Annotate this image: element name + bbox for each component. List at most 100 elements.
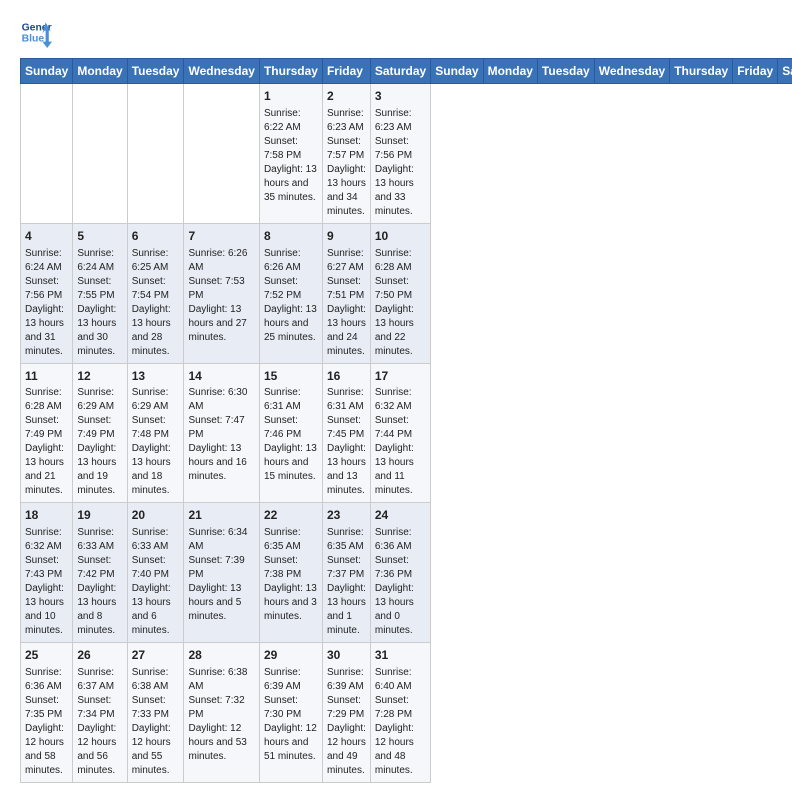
calendar-cell: 26Sunrise: 6:37 AMSunset: 7:34 PMDayligh… [73, 643, 127, 783]
cell-content-line: Daylight: 13 hours and 31 minutes. [25, 303, 68, 359]
cell-content-line: Sunset: 7:48 PM [132, 414, 180, 442]
day-number: 31 [375, 647, 426, 664]
calendar-week-row: 18Sunrise: 6:32 AMSunset: 7:43 PMDayligh… [21, 503, 792, 643]
cell-content-line: Daylight: 13 hours and 6 minutes. [132, 582, 180, 638]
cell-content-line: Sunrise: 6:33 AM [132, 526, 180, 554]
calendar-cell: 31Sunrise: 6:40 AMSunset: 7:28 PMDayligh… [370, 643, 430, 783]
cell-content-line: Sunrise: 6:23 AM [375, 107, 426, 135]
cell-content-line: Daylight: 12 hours and 48 minutes. [375, 722, 426, 778]
day-number: 8 [264, 228, 318, 245]
day-header-friday: Friday [733, 59, 778, 84]
cell-content-line: Sunset: 7:28 PM [375, 694, 426, 722]
cell-content-line: Sunset: 7:39 PM [188, 554, 254, 582]
cell-content-line: Daylight: 13 hours and 1 minute. [327, 582, 366, 638]
cell-content-line: Daylight: 12 hours and 49 minutes. [327, 722, 366, 778]
calendar-cell: 23Sunrise: 6:35 AMSunset: 7:37 PMDayligh… [322, 503, 370, 643]
day-header-thursday: Thursday [259, 59, 322, 84]
day-number: 7 [188, 228, 254, 245]
calendar-cell: 5Sunrise: 6:24 AMSunset: 7:55 PMDaylight… [73, 223, 127, 363]
calendar-cell: 3Sunrise: 6:23 AMSunset: 7:56 PMDaylight… [370, 84, 430, 224]
cell-content-line: Daylight: 13 hours and 24 minutes. [327, 303, 366, 359]
calendar-table: SundayMondayTuesdayWednesdayThursdayFrid… [20, 58, 792, 783]
cell-content-line: Sunset: 7:56 PM [375, 135, 426, 163]
calendar-cell: 2Sunrise: 6:23 AMSunset: 7:57 PMDaylight… [322, 84, 370, 224]
cell-content-line: Sunset: 7:29 PM [327, 694, 366, 722]
cell-content-line: Sunrise: 6:33 AM [77, 526, 122, 554]
cell-content-line: Sunset: 7:32 PM [188, 694, 254, 722]
cell-content-line: Daylight: 13 hours and 0 minutes. [375, 582, 426, 638]
cell-content-line: Daylight: 12 hours and 55 minutes. [132, 722, 180, 778]
day-number: 1 [264, 88, 318, 105]
svg-text:Blue: Blue [22, 34, 45, 45]
cell-content-line: Daylight: 13 hours and 16 minutes. [188, 442, 254, 484]
logo: General Blue [20, 16, 52, 48]
calendar-cell [73, 84, 127, 224]
calendar-cell: 27Sunrise: 6:38 AMSunset: 7:33 PMDayligh… [127, 643, 184, 783]
cell-content-line: Sunrise: 6:35 AM [264, 526, 318, 554]
day-header-tuesday: Tuesday [537, 59, 594, 84]
cell-content-line: Daylight: 13 hours and 11 minutes. [375, 442, 426, 498]
calendar-cell: 30 Sunrise: 6:39 AMSunset: 7:29 PMDayligh… [322, 643, 370, 783]
day-number: 19 [77, 507, 122, 524]
cell-content-line: Sunset: 7:49 PM [25, 414, 68, 442]
cell-content-line: Sunset: 7:58 PM [264, 135, 318, 163]
cell-content-line: Daylight: 13 hours and 34 minutes. [327, 163, 366, 219]
calendar-cell [184, 84, 259, 224]
cell-content-line: Sunset: 7:49 PM [77, 414, 122, 442]
day-number: 11 [25, 368, 68, 385]
day-header-sunday: Sunday [21, 59, 73, 84]
cell-content-line: Sunset: 7:52 PM [264, 275, 318, 303]
cell-content-line: Sunset: 7:34 PM [77, 694, 122, 722]
cell-content-line: Sunset: 7:46 PM [264, 414, 318, 442]
calendar-cell: 22Sunrise: 6:35 AMSunset: 7:38 PMDayligh… [259, 503, 322, 643]
day-number: 4 [25, 228, 68, 245]
cell-content-line: Daylight: 12 hours and 51 minutes. [264, 722, 318, 764]
cell-content-line: Sunrise: 6:32 AM [375, 386, 426, 414]
cell-content-line: Sunrise: 6:32 AM [25, 526, 68, 554]
day-number: 17 [375, 368, 426, 385]
cell-content-line: Daylight: 13 hours and 18 minutes. [132, 442, 180, 498]
calendar-cell: 21Sunrise: 6:34 AMSunset: 7:39 PMDayligh… [184, 503, 259, 643]
calendar-cell: 8Sunrise: 6:26 AMSunset: 7:52 PMDaylight… [259, 223, 322, 363]
cell-content-line: Sunrise: 6:28 AM [375, 247, 426, 275]
calendar-cell [127, 84, 184, 224]
cell-content-line: Sunrise: 6:38 AM [132, 666, 180, 694]
cell-content-line: Daylight: 13 hours and 8 minutes. [77, 582, 122, 638]
day-number: 2 [327, 88, 366, 105]
cell-content-line: Sunset: 7:57 PM [327, 135, 366, 163]
cell-content-line: Sunset: 7:38 PM [264, 554, 318, 582]
day-number: 12 [77, 368, 122, 385]
cell-content-line: Sunrise: 6:29 AM [132, 386, 180, 414]
cell-content-line: Sunset: 7:44 PM [375, 414, 426, 442]
cell-content-line: Sunset: 7:33 PM [132, 694, 180, 722]
day-header-wednesday: Wednesday [184, 59, 259, 84]
calendar-cell: 14Sunrise: 6:30 AMSunset: 7:47 PMDayligh… [184, 363, 259, 503]
cell-content-line: Daylight: 12 hours and 58 minutes. [25, 722, 68, 778]
cell-content-line: Sunset: 7:36 PM [375, 554, 426, 582]
calendar-cell: 16Sunrise: 6:31 AMSunset: 7:45 PMDayligh… [322, 363, 370, 503]
calendar-cell: 28Sunrise: 6:38 AMSunset: 7:32 PMDayligh… [184, 643, 259, 783]
cell-content-line: Sunrise: 6:27 AM [327, 247, 366, 275]
calendar-cell: 11Sunrise: 6:28 AMSunset: 7:49 PMDayligh… [21, 363, 73, 503]
cell-content-line: Sunset: 7:42 PM [77, 554, 122, 582]
cell-content-line: Daylight: 13 hours and 30 minutes. [77, 303, 122, 359]
cell-content-line: Sunrise: 6:34 AM [188, 526, 254, 554]
cell-content-line: Sunrise: 6:39 AM [327, 666, 366, 694]
calendar-cell: 29Sunrise: 6:39 AMSunset: 7:30 PMDayligh… [259, 643, 322, 783]
day-header-friday: Friday [322, 59, 370, 84]
cell-content-line: Sunrise: 6:37 AM [77, 666, 122, 694]
calendar-cell: 7Sunrise: 6:26 AMSunset: 7:53 PMDaylight… [184, 223, 259, 363]
calendar-cell: 15Sunrise: 6:31 AMSunset: 7:46 PMDayligh… [259, 363, 322, 503]
day-number: 23 [327, 507, 366, 524]
day-number: 20 [132, 507, 180, 524]
day-number: 30 [327, 647, 366, 664]
page-header: General Blue [20, 16, 772, 48]
cell-content-line: Sunset: 7:54 PM [132, 275, 180, 303]
day-header-sunday: Sunday [431, 59, 483, 84]
day-header-saturday: Saturday [370, 59, 430, 84]
day-header-monday: Monday [483, 59, 537, 84]
day-number: 3 [375, 88, 426, 105]
cell-content-line: Sunrise: 6:28 AM [25, 386, 68, 414]
day-number: 16 [327, 368, 366, 385]
cell-content-line: Sunset: 7:47 PM [188, 414, 254, 442]
